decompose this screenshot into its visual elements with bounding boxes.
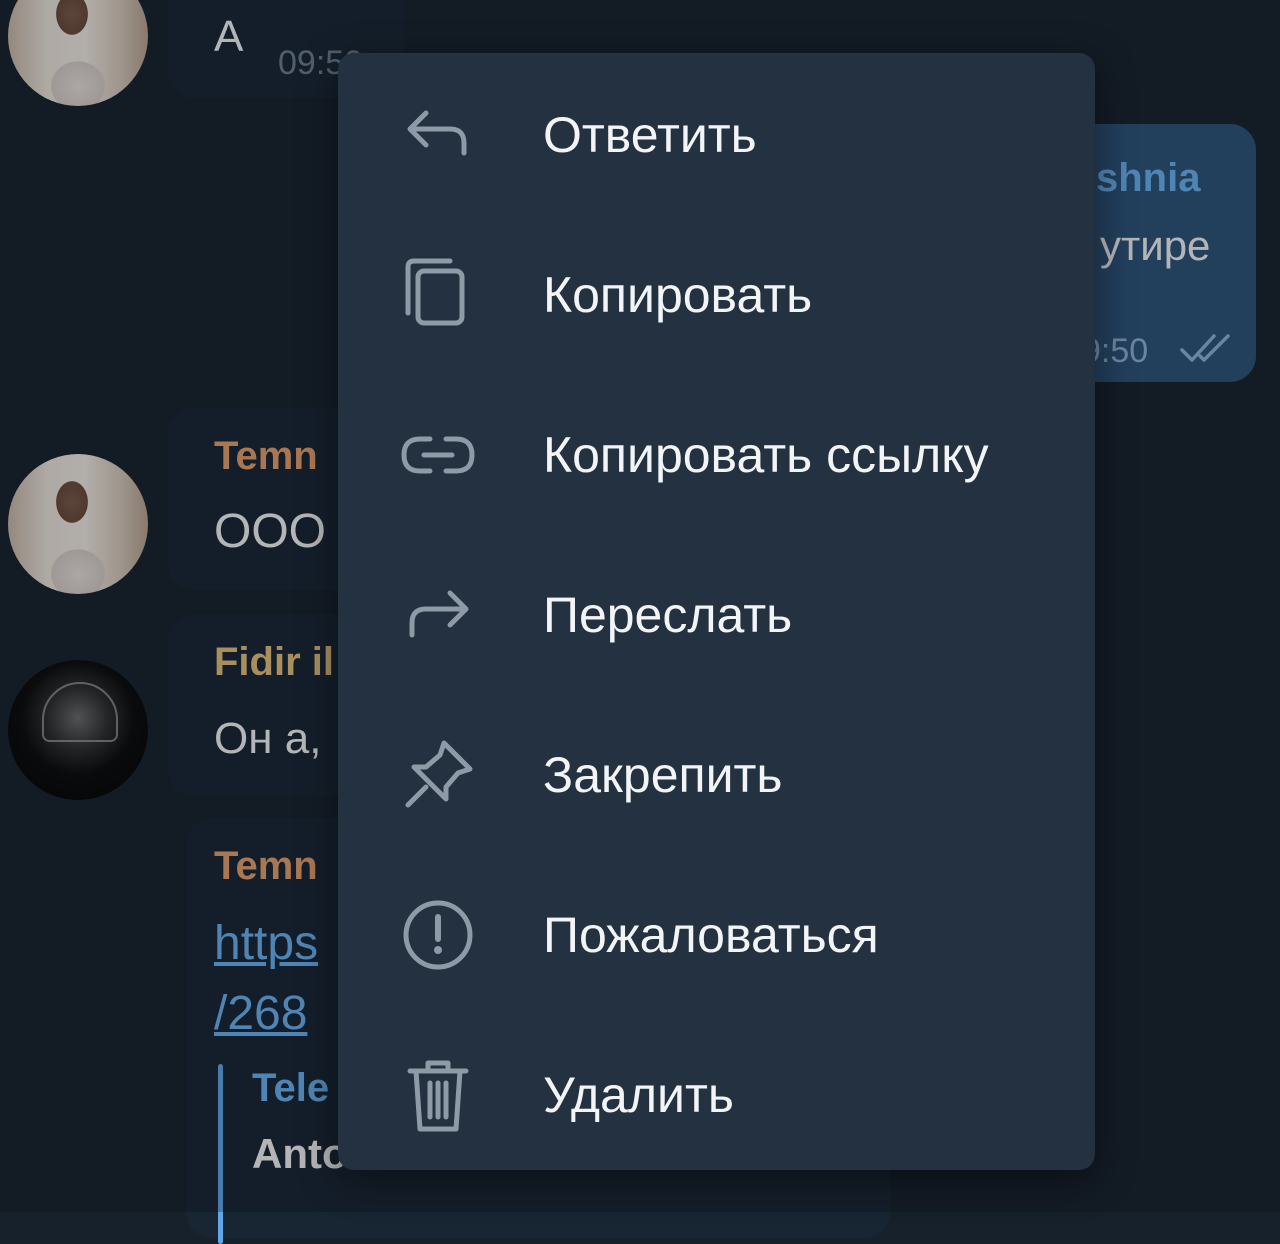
delete-icon	[396, 1053, 480, 1137]
menu-item-label: Переслать	[543, 587, 793, 643]
menu-item-label: Копировать ссылку	[543, 427, 989, 483]
link-icon	[396, 413, 480, 497]
pin-icon	[396, 733, 480, 817]
context-menu: Ответить Копировать Копировать ссылку Пе…	[338, 53, 1095, 1170]
menu-item-label: Пожаловаться	[543, 907, 879, 963]
menu-item-pin[interactable]: Закрепить	[338, 695, 1095, 855]
menu-item-copy[interactable]: Копировать	[338, 215, 1095, 375]
menu-item-copy-link[interactable]: Копировать ссылку	[338, 375, 1095, 535]
menu-item-report[interactable]: Пожаловаться	[338, 855, 1095, 1015]
menu-item-label: Ответить	[543, 107, 757, 163]
forward-icon	[396, 573, 480, 657]
menu-item-reply[interactable]: Ответить	[338, 55, 1095, 215]
menu-item-delete[interactable]: Удалить	[338, 1015, 1095, 1175]
menu-item-label: Закрепить	[543, 747, 783, 803]
reply-icon	[396, 93, 480, 177]
report-icon	[396, 893, 480, 977]
menu-item-forward[interactable]: Переслать	[338, 535, 1095, 695]
copy-icon	[396, 253, 480, 337]
menu-item-label: Копировать	[543, 267, 813, 323]
menu-item-label: Удалить	[543, 1067, 734, 1123]
